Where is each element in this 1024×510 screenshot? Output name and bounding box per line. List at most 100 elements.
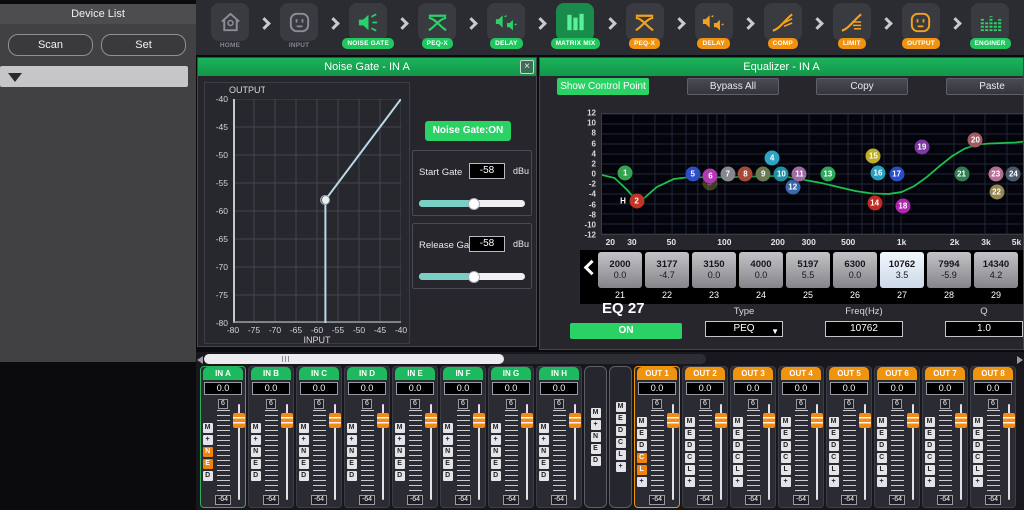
toolbar-item-noise-gate-2[interactable]: NOISE GATE <box>340 3 396 49</box>
strip-button-plus[interactable]: + <box>347 435 357 445</box>
strip-button-m[interactable]: M <box>781 417 791 427</box>
fader-thumb[interactable] <box>1003 413 1015 428</box>
strip-button-c[interactable]: C <box>829 453 839 463</box>
scroll-right-icon[interactable] <box>1017 356 1023 364</box>
strip-button-plus[interactable]: + <box>591 420 601 430</box>
fader-track[interactable] <box>377 399 388 505</box>
strip-button-e[interactable]: E <box>251 459 261 469</box>
strip-button-l[interactable]: L <box>616 450 626 460</box>
mixer-strip-out-1[interactable]: OUT 10.0MEDCL+6-64 <box>634 366 680 508</box>
eq-band-button-27[interactable]: 107623.5 <box>880 252 924 288</box>
strip-button-e[interactable]: E <box>203 459 213 469</box>
channel-value[interactable]: 0.0 <box>396 382 434 395</box>
mixer-strip-in-d[interactable]: IN D0.0M+NED6-64 <box>344 366 390 508</box>
channel-value[interactable]: 0.0 <box>686 382 724 395</box>
eq-control-point-1[interactable]: 1 <box>618 165 633 180</box>
eq-control-point-15[interactable]: 15 <box>866 149 881 164</box>
strip-button-l[interactable]: L <box>637 465 647 475</box>
strip-button-d[interactable]: D <box>491 471 501 481</box>
strip-button-d[interactable]: D <box>616 426 626 436</box>
strip-button-e[interactable]: E <box>733 429 743 439</box>
eq-control-point-10[interactable]: 10 <box>774 167 789 182</box>
strip-button-d[interactable]: D <box>733 441 743 451</box>
strip-button-m[interactable]: M <box>347 423 357 433</box>
strip-button-m[interactable]: M <box>733 417 743 427</box>
strip-button-d[interactable]: D <box>347 471 357 481</box>
strip-button-d[interactable]: D <box>299 471 309 481</box>
strip-button-e[interactable]: E <box>637 429 647 439</box>
eq-band-button-25[interactable]: 51975.5 <box>786 252 830 288</box>
strip-button-e[interactable]: E <box>925 429 935 439</box>
mixer-strip-out-6[interactable]: OUT 60.0MEDCL+6-64 <box>874 366 920 508</box>
strip-button-d[interactable]: D <box>395 471 405 481</box>
strip-button-d[interactable]: D <box>685 441 695 451</box>
fader-thumb[interactable] <box>377 413 389 428</box>
strip-button-c[interactable]: C <box>685 453 695 463</box>
mixer-strip-out-7[interactable]: OUT 70.0MEDCL+6-64 <box>922 366 968 508</box>
strip-button-l[interactable]: L <box>685 465 695 475</box>
release-gate-value[interactable]: -58 <box>469 236 505 252</box>
mixer-strip-out-2[interactable]: OUT 20.0MEDCL+6-64 <box>682 366 728 508</box>
eq-band-button-22[interactable]: 3177-4.7 <box>645 252 689 288</box>
strip-button-n[interactable]: N <box>443 447 453 457</box>
gate-plot[interactable] <box>233 99 401 323</box>
strip-button-e[interactable]: E <box>829 429 839 439</box>
eq-control-point-16[interactable]: 16 <box>870 166 885 181</box>
toolbar-item-home-0[interactable]: HOME <box>202 3 258 49</box>
fader-track[interactable] <box>859 399 870 505</box>
channel-value[interactable]: 0.0 <box>734 382 772 395</box>
scan-button[interactable]: Scan <box>8 34 93 56</box>
strip-button-n[interactable]: N <box>347 447 357 457</box>
channel-value[interactable]: 0.0 <box>974 382 1012 395</box>
fader-track[interactable] <box>521 399 532 505</box>
channel-tab[interactable]: IN G <box>491 367 531 380</box>
fader-track[interactable] <box>281 399 292 505</box>
strip-button-d[interactable]: D <box>539 471 549 481</box>
release-gate-slider[interactable] <box>419 273 525 280</box>
strip-button-m[interactable]: M <box>443 423 453 433</box>
strip-button-plus[interactable]: + <box>781 477 791 487</box>
eq-q-field[interactable]: 1.0 <box>945 321 1023 337</box>
channel-tab[interactable]: IN B <box>251 367 291 380</box>
strip-button-m[interactable]: M <box>925 417 935 427</box>
strip-button-plus[interactable]: + <box>443 435 453 445</box>
strip-button-m[interactable]: M <box>973 417 983 427</box>
strip-button-d[interactable]: D <box>637 441 647 451</box>
strip-button-l[interactable]: L <box>973 465 983 475</box>
strip-button-e[interactable]: E <box>491 459 501 469</box>
fader-thumb[interactable] <box>281 413 293 428</box>
strip-button-e[interactable]: E <box>443 459 453 469</box>
eq-control-point-5[interactable]: 5 <box>685 167 700 182</box>
channel-tab[interactable]: OUT 8 <box>973 367 1013 380</box>
mixer-strip-out-8[interactable]: OUT 80.0MEDCL+6-64 <box>970 366 1016 508</box>
eq-control-point-12[interactable]: 12 <box>785 180 800 195</box>
strip-button-e[interactable]: E <box>685 429 695 439</box>
strip-button-d[interactable]: D <box>781 441 791 451</box>
strip-button-n[interactable]: N <box>491 447 501 457</box>
toolbar-item-delay-4[interactable]: DELAY <box>478 3 534 49</box>
strip-button-e[interactable]: E <box>591 444 601 454</box>
slider-thumb[interactable] <box>468 271 480 283</box>
strip-button-m[interactable]: M <box>491 423 501 433</box>
strip-button-n[interactable]: N <box>299 447 309 457</box>
strip-button-l[interactable]: L <box>733 465 743 475</box>
gate-threshold-handle[interactable] <box>320 195 330 205</box>
channel-value[interactable]: 0.0 <box>878 382 916 395</box>
channel-value[interactable]: 0.0 <box>926 382 964 395</box>
strip-button-c[interactable]: C <box>973 453 983 463</box>
strip-button-m[interactable]: M <box>299 423 309 433</box>
mixer-strip-in-f[interactable]: IN F0.0M+NED6-64 <box>440 366 486 508</box>
mixer-strip-in-c[interactable]: IN C0.0M+NED6-64 <box>296 366 342 508</box>
eq-control-point-14[interactable]: 14 <box>867 196 882 211</box>
toolbar-item-limit-9[interactable]: LIMIT <box>824 3 880 49</box>
strip-button-c[interactable]: C <box>925 453 935 463</box>
strip-button-e[interactable]: E <box>299 459 309 469</box>
close-icon[interactable]: × <box>520 60 534 74</box>
eq-band-button-24[interactable]: 40000.0 <box>739 252 783 288</box>
strip-button-m[interactable]: M <box>591 408 601 418</box>
eq-control-point-8[interactable]: 8 <box>738 167 753 182</box>
channel-tab[interactable]: OUT 4 <box>781 367 821 380</box>
strip-button-plus[interactable]: + <box>637 477 647 487</box>
set-button[interactable]: Set <box>101 34 186 56</box>
strip-button-n[interactable]: N <box>203 447 213 457</box>
